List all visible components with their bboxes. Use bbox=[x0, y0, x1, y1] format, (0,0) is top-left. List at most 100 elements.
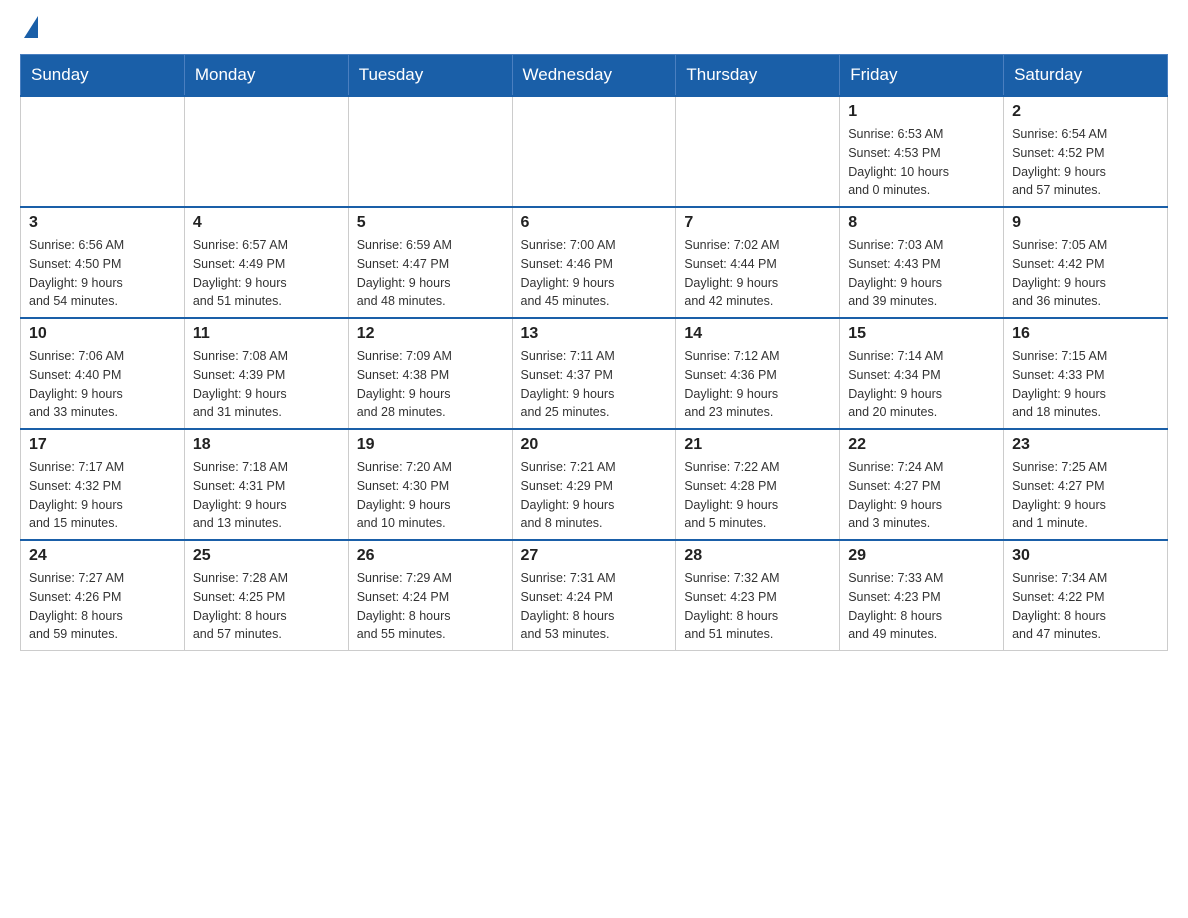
column-header-friday: Friday bbox=[840, 55, 1004, 97]
day-number: 2 bbox=[1012, 103, 1159, 121]
day-number: 5 bbox=[357, 214, 504, 232]
calendar-cell: 25 Sunrise: 7:28 AM Sunset: 4:25 PM Dayli… bbox=[184, 540, 348, 651]
day-info: Sunrise: 7:28 AM Sunset: 4:25 PM Dayligh… bbox=[193, 569, 340, 644]
week-row-2: 3Sunrise: 6:56 AM Sunset: 4:50 PM Daylig… bbox=[21, 207, 1168, 318]
calendar-cell: 17 Sunrise: 7:17 AM Sunset: 4:32 PM Dayli… bbox=[21, 429, 185, 540]
day-number: 19 bbox=[357, 436, 504, 454]
day-number: 23 bbox=[1012, 436, 1159, 454]
calendar-cell: 20 Sunrise: 7:21 AM Sunset: 4:29 PM Dayli… bbox=[512, 429, 676, 540]
calendar-cell: 21 Sunrise: 7:22 AM Sunset: 4:28 PM Dayli… bbox=[676, 429, 840, 540]
calendar-cell: 1Sunrise: 6:53 AM Sunset: 4:53 PM Daylig… bbox=[840, 96, 1004, 207]
day-info: Sunrise: 7:27 AM Sunset: 4:26 PM Dayligh… bbox=[29, 569, 176, 644]
calendar-cell bbox=[184, 96, 348, 207]
day-number: 16 bbox=[1012, 325, 1159, 343]
day-number: 4 bbox=[193, 214, 340, 232]
day-number: 9 bbox=[1012, 214, 1159, 232]
day-number: 6 bbox=[521, 214, 668, 232]
calendar-cell bbox=[21, 96, 185, 207]
day-number: 29 bbox=[848, 547, 995, 565]
day-info: Sunrise: 7:14 AM Sunset: 4:34 PM Dayligh… bbox=[848, 347, 995, 422]
column-header-thursday: Thursday bbox=[676, 55, 840, 97]
day-number: 25 bbox=[193, 547, 340, 565]
day-info: Sunrise: 7:09 AM Sunset: 4:38 PM Dayligh… bbox=[357, 347, 504, 422]
day-info: Sunrise: 7:24 AM Sunset: 4:27 PM Dayligh… bbox=[848, 458, 995, 533]
column-header-monday: Monday bbox=[184, 55, 348, 97]
day-number: 8 bbox=[848, 214, 995, 232]
day-number: 26 bbox=[357, 547, 504, 565]
logo bbox=[20, 20, 38, 38]
calendar-cell: 3Sunrise: 6:56 AM Sunset: 4:50 PM Daylig… bbox=[21, 207, 185, 318]
day-number: 30 bbox=[1012, 547, 1159, 565]
calendar-cell: 11 Sunrise: 7:08 AM Sunset: 4:39 PM Dayli… bbox=[184, 318, 348, 429]
day-info: Sunrise: 7:15 AM Sunset: 4:33 PM Dayligh… bbox=[1012, 347, 1159, 422]
week-row-1: 1Sunrise: 6:53 AM Sunset: 4:53 PM Daylig… bbox=[21, 96, 1168, 207]
day-info: Sunrise: 7:22 AM Sunset: 4:28 PM Dayligh… bbox=[684, 458, 831, 533]
calendar-cell: 6 Sunrise: 7:00 AM Sunset: 4:46 PM Daylig… bbox=[512, 207, 676, 318]
calendar-cell: 12 Sunrise: 7:09 AM Sunset: 4:38 PM Dayli… bbox=[348, 318, 512, 429]
calendar-cell: 22 Sunrise: 7:24 AM Sunset: 4:27 PM Dayli… bbox=[840, 429, 1004, 540]
logo-triangle-icon bbox=[24, 16, 38, 38]
column-header-tuesday: Tuesday bbox=[348, 55, 512, 97]
day-info: Sunrise: 7:31 AM Sunset: 4:24 PM Dayligh… bbox=[521, 569, 668, 644]
calendar-cell: 16 Sunrise: 7:15 AM Sunset: 4:33 PM Dayli… bbox=[1004, 318, 1168, 429]
day-number: 22 bbox=[848, 436, 995, 454]
calendar-cell: 8 Sunrise: 7:03 AM Sunset: 4:43 PM Daylig… bbox=[840, 207, 1004, 318]
day-number: 20 bbox=[521, 436, 668, 454]
calendar-cell: 13Sunrise: 7:11 AM Sunset: 4:37 PM Dayli… bbox=[512, 318, 676, 429]
day-info: Sunrise: 7:03 AM Sunset: 4:43 PM Dayligh… bbox=[848, 236, 995, 311]
day-number: 24 bbox=[29, 547, 176, 565]
day-number: 21 bbox=[684, 436, 831, 454]
day-info: Sunrise: 7:11 AM Sunset: 4:37 PM Dayligh… bbox=[521, 347, 668, 422]
calendar-cell bbox=[348, 96, 512, 207]
day-info: Sunrise: 7:08 AM Sunset: 4:39 PM Dayligh… bbox=[193, 347, 340, 422]
calendar-cell: 14 Sunrise: 7:12 AM Sunset: 4:36 PM Dayli… bbox=[676, 318, 840, 429]
column-header-sunday: Sunday bbox=[21, 55, 185, 97]
day-number: 14 bbox=[684, 325, 831, 343]
day-number: 3 bbox=[29, 214, 176, 232]
day-number: 15 bbox=[848, 325, 995, 343]
calendar-cell: 19Sunrise: 7:20 AM Sunset: 4:30 PM Dayli… bbox=[348, 429, 512, 540]
column-header-saturday: Saturday bbox=[1004, 55, 1168, 97]
day-info: Sunrise: 6:54 AM Sunset: 4:52 PM Dayligh… bbox=[1012, 125, 1159, 200]
calendar-cell: 30 Sunrise: 7:34 AM Sunset: 4:22 PM Dayli… bbox=[1004, 540, 1168, 651]
day-info: Sunrise: 6:57 AM Sunset: 4:49 PM Dayligh… bbox=[193, 236, 340, 311]
day-number: 28 bbox=[684, 547, 831, 565]
calendar-cell: 24 Sunrise: 7:27 AM Sunset: 4:26 PM Dayli… bbox=[21, 540, 185, 651]
calendar-cell: 27 Sunrise: 7:31 AM Sunset: 4:24 PM Dayli… bbox=[512, 540, 676, 651]
calendar-header-row: SundayMondayTuesdayWednesdayThursdayFrid… bbox=[21, 55, 1168, 97]
calendar-cell: 10Sunrise: 7:06 AM Sunset: 4:40 PM Dayli… bbox=[21, 318, 185, 429]
calendar-cell: 18Sunrise: 7:18 AM Sunset: 4:31 PM Dayli… bbox=[184, 429, 348, 540]
day-info: Sunrise: 6:59 AM Sunset: 4:47 PM Dayligh… bbox=[357, 236, 504, 311]
day-info: Sunrise: 7:21 AM Sunset: 4:29 PM Dayligh… bbox=[521, 458, 668, 533]
day-info: Sunrise: 7:34 AM Sunset: 4:22 PM Dayligh… bbox=[1012, 569, 1159, 644]
day-info: Sunrise: 7:17 AM Sunset: 4:32 PM Dayligh… bbox=[29, 458, 176, 533]
calendar-cell: 9 Sunrise: 7:05 AM Sunset: 4:42 PM Daylig… bbox=[1004, 207, 1168, 318]
week-row-5: 24 Sunrise: 7:27 AM Sunset: 4:26 PM Dayli… bbox=[21, 540, 1168, 651]
week-row-3: 10Sunrise: 7:06 AM Sunset: 4:40 PM Dayli… bbox=[21, 318, 1168, 429]
day-number: 18 bbox=[193, 436, 340, 454]
calendar-cell: 28Sunrise: 7:32 AM Sunset: 4:23 PM Dayli… bbox=[676, 540, 840, 651]
day-number: 11 bbox=[193, 325, 340, 343]
day-info: Sunrise: 7:05 AM Sunset: 4:42 PM Dayligh… bbox=[1012, 236, 1159, 311]
week-row-4: 17 Sunrise: 7:17 AM Sunset: 4:32 PM Dayli… bbox=[21, 429, 1168, 540]
day-info: Sunrise: 7:12 AM Sunset: 4:36 PM Dayligh… bbox=[684, 347, 831, 422]
day-info: Sunrise: 7:00 AM Sunset: 4:46 PM Dayligh… bbox=[521, 236, 668, 311]
page-header bbox=[20, 20, 1168, 38]
day-info: Sunrise: 7:02 AM Sunset: 4:44 PM Dayligh… bbox=[684, 236, 831, 311]
calendar-cell: 4 Sunrise: 6:57 AM Sunset: 4:49 PM Daylig… bbox=[184, 207, 348, 318]
calendar-cell bbox=[512, 96, 676, 207]
calendar-cell: 7 Sunrise: 7:02 AM Sunset: 4:44 PM Daylig… bbox=[676, 207, 840, 318]
day-number: 17 bbox=[29, 436, 176, 454]
day-number: 27 bbox=[521, 547, 668, 565]
calendar-cell: 5 Sunrise: 6:59 AM Sunset: 4:47 PM Daylig… bbox=[348, 207, 512, 318]
calendar-table: SundayMondayTuesdayWednesdayThursdayFrid… bbox=[20, 54, 1168, 651]
calendar-cell bbox=[676, 96, 840, 207]
calendar-cell: 23Sunrise: 7:25 AM Sunset: 4:27 PM Dayli… bbox=[1004, 429, 1168, 540]
calendar-cell: 15 Sunrise: 7:14 AM Sunset: 4:34 PM Dayli… bbox=[840, 318, 1004, 429]
calendar-cell: 2 Sunrise: 6:54 AM Sunset: 4:52 PM Daylig… bbox=[1004, 96, 1168, 207]
day-number: 7 bbox=[684, 214, 831, 232]
day-info: Sunrise: 7:29 AM Sunset: 4:24 PM Dayligh… bbox=[357, 569, 504, 644]
day-number: 12 bbox=[357, 325, 504, 343]
calendar-cell: 26 Sunrise: 7:29 AM Sunset: 4:24 PM Dayli… bbox=[348, 540, 512, 651]
day-number: 10 bbox=[29, 325, 176, 343]
